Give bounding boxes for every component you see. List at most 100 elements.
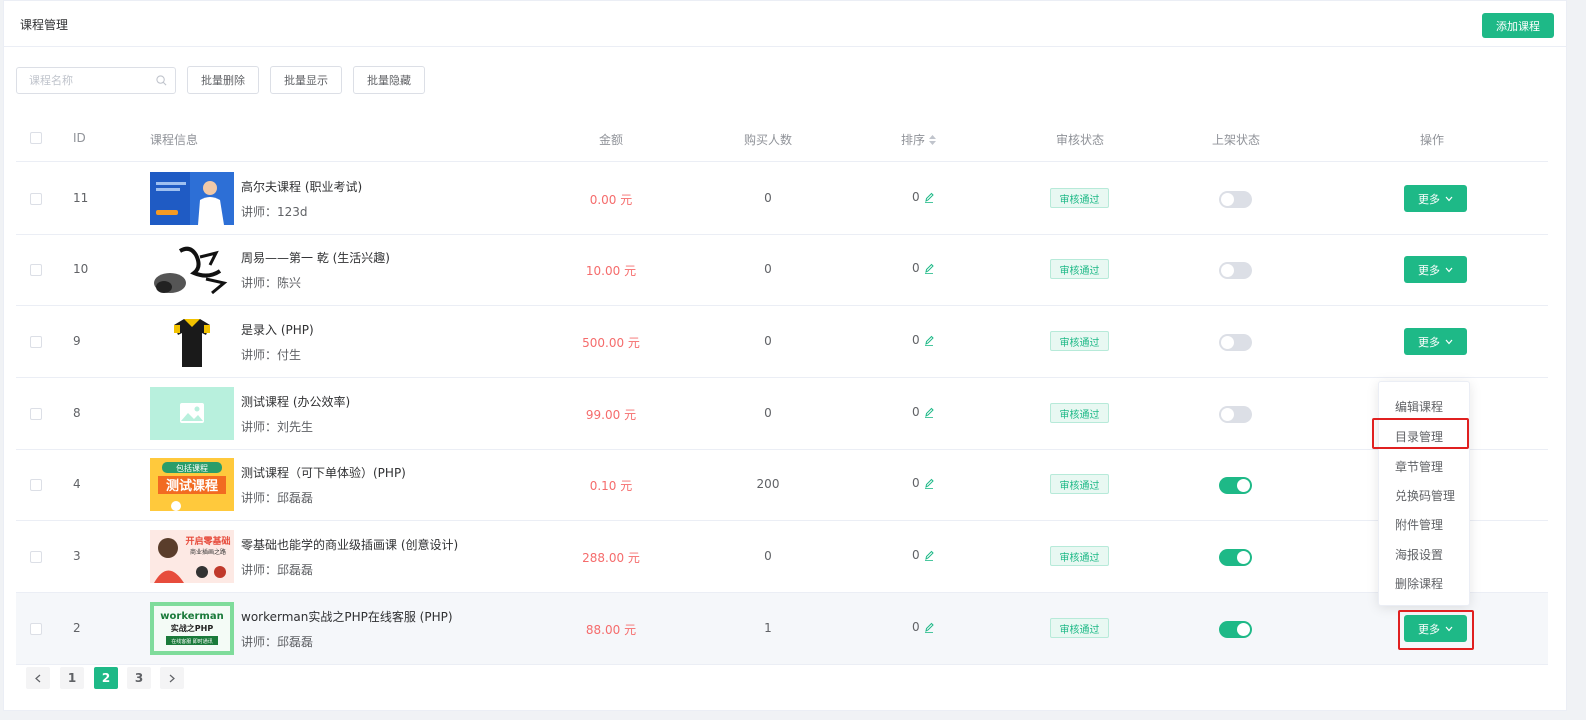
- course-price: 0.00 元: [589, 193, 633, 207]
- edit-pencil-icon[interactable]: [924, 622, 934, 633]
- sort-value[interactable]: 0: [912, 620, 934, 634]
- toggle-knob: [1221, 336, 1234, 349]
- more-button[interactable]: 更多: [1404, 328, 1467, 355]
- table-row: 10 周易——第一 乾 (生活兴趣) 讲师：陈兴 10.00 元 0 0 审核通过 更多: [16, 234, 1548, 306]
- course-price: 99.00 元: [585, 408, 637, 422]
- add-course-button[interactable]: 添加课程: [1482, 13, 1554, 38]
- sort-value[interactable]: 0: [912, 333, 934, 347]
- more-button[interactable]: 更多: [1404, 185, 1467, 212]
- col-course-info: 课程信息: [150, 133, 199, 147]
- course-price: 88.00 元: [585, 623, 637, 637]
- search-input[interactable]: [29, 68, 154, 93]
- menu-attachment-manage[interactable]: 附件管理: [1395, 516, 1443, 533]
- page-1-button[interactable]: 1: [60, 667, 84, 689]
- course-price: 288.00 元: [582, 551, 640, 565]
- panel-header: 课程管理 添加课程: [4, 1, 1566, 47]
- menu-chapter-manage[interactable]: 章节管理: [1395, 458, 1443, 475]
- toggle-knob: [1237, 479, 1250, 492]
- review-status-badge: 审核通过: [1050, 259, 1109, 279]
- batch-delete-button[interactable]: 批量删除: [187, 66, 259, 94]
- course-thumbnail-wrap: [150, 172, 234, 225]
- menu-edit-course[interactable]: 编辑课程: [1395, 398, 1443, 415]
- search-icon[interactable]: [156, 75, 167, 86]
- listing-toggle[interactable]: [1219, 262, 1252, 279]
- batch-hide-button[interactable]: 批量隐藏: [353, 66, 425, 94]
- course-thumbnail-wrap: 开启零基础 商业插画之路: [150, 530, 234, 583]
- col-buyers: 购买人数: [743, 133, 793, 147]
- menu-delete-course[interactable]: 删除课程: [1395, 575, 1443, 592]
- col-id: ID: [73, 131, 86, 145]
- course-thumbnail: [150, 172, 234, 225]
- row-checkbox[interactable]: [30, 336, 42, 348]
- select-all-checkbox[interactable]: [30, 132, 42, 144]
- edit-pencil-icon[interactable]: [924, 192, 934, 203]
- course-thumbnail-wrap: [150, 315, 234, 368]
- course-name: 测试课程 (办公效率): [241, 395, 351, 409]
- course-price: 10.00 元: [585, 264, 637, 278]
- course-buyers: 0: [764, 262, 772, 276]
- table-row: 11 高尔夫课程 (职业考试) 讲师：123d 0.00 元 0 0 审核通过 更多: [16, 163, 1548, 235]
- row-id: 11: [73, 191, 89, 205]
- toggle-knob: [1221, 193, 1234, 206]
- table-header: ID 课程信息 金额 购买人数 排序 审核状态 上架状态 操作: [16, 116, 1548, 162]
- course-buyers: 200: [756, 477, 780, 491]
- table-row: 9 是录入 (PHP) 讲师：付生 500.00 元 0 0 审核通过 更多: [16, 306, 1548, 378]
- col-sort-label: 排序: [901, 133, 926, 147]
- sort-number: 0: [912, 620, 920, 634]
- course-buyers: 0: [764, 334, 772, 348]
- row-checkbox[interactable]: [30, 408, 42, 420]
- row-id: 8: [73, 406, 81, 420]
- chevron-right-icon: [169, 674, 175, 682]
- sort-number: 0: [912, 261, 920, 275]
- toggle-knob: [1237, 551, 1250, 564]
- listing-toggle[interactable]: [1219, 549, 1252, 566]
- toggle-knob: [1221, 408, 1234, 421]
- edit-pencil-icon[interactable]: [924, 407, 934, 418]
- more-button-label: 更多: [1418, 335, 1440, 349]
- course-teacher: 讲师：邱磊磊: [241, 563, 314, 577]
- sort-value[interactable]: 0: [912, 261, 934, 275]
- edit-pencil-icon[interactable]: [924, 263, 934, 274]
- edit-pencil-icon[interactable]: [924, 478, 934, 489]
- listing-toggle[interactable]: [1219, 477, 1252, 494]
- sort-number: 0: [912, 548, 920, 562]
- more-button[interactable]: 更多: [1404, 256, 1467, 283]
- course-thumbnail: workerman实战之PHP 在线客服 即时通讯: [150, 602, 234, 655]
- row-id: 2: [73, 621, 81, 635]
- search-box[interactable]: [16, 67, 176, 94]
- row-checkbox[interactable]: [30, 551, 42, 563]
- listing-toggle[interactable]: [1219, 334, 1252, 351]
- listing-toggle[interactable]: [1219, 406, 1252, 423]
- chevron-down-icon: [1445, 267, 1453, 272]
- row-checkbox[interactable]: [30, 623, 42, 635]
- more-button-label: 更多: [1418, 263, 1440, 277]
- sort-caret-icon[interactable]: [929, 134, 937, 145]
- sort-value[interactable]: 0: [912, 476, 934, 490]
- prev-page-button[interactable]: [26, 667, 50, 689]
- sort-number: 0: [912, 476, 920, 490]
- edit-pencil-icon[interactable]: [924, 335, 934, 346]
- course-name: workerman实战之PHP在线客服 (PHP): [241, 610, 453, 624]
- review-status-badge: 审核通过: [1050, 403, 1109, 423]
- sort-value[interactable]: 0: [912, 548, 934, 562]
- page-2-button[interactable]: 2: [94, 667, 118, 689]
- col-sort[interactable]: 排序: [901, 131, 937, 148]
- next-page-button[interactable]: [160, 667, 184, 689]
- menu-poster-settings[interactable]: 海报设置: [1395, 546, 1443, 563]
- row-checkbox[interactable]: [30, 479, 42, 491]
- row-checkbox[interactable]: [30, 264, 42, 276]
- edit-pencil-icon[interactable]: [924, 550, 934, 561]
- listing-toggle[interactable]: [1219, 191, 1252, 208]
- listing-toggle[interactable]: [1219, 621, 1252, 638]
- batch-show-button[interactable]: 批量显示: [270, 66, 342, 94]
- sort-value[interactable]: 0: [912, 190, 934, 204]
- page-3-button[interactable]: 3: [127, 667, 151, 689]
- course-teacher: 讲师：邱磊磊: [241, 491, 314, 505]
- row-checkbox[interactable]: [30, 193, 42, 205]
- course-name: 零基础也能学的商业级插画课 (创意设计): [241, 538, 459, 552]
- row-id: 9: [73, 334, 81, 348]
- menu-redeem-code-manage[interactable]: 兑换码管理: [1395, 487, 1455, 504]
- sort-value[interactable]: 0: [912, 405, 934, 419]
- course-name: 是录入 (PHP): [241, 323, 314, 337]
- highlight-catalog-item: [1372, 418, 1469, 449]
